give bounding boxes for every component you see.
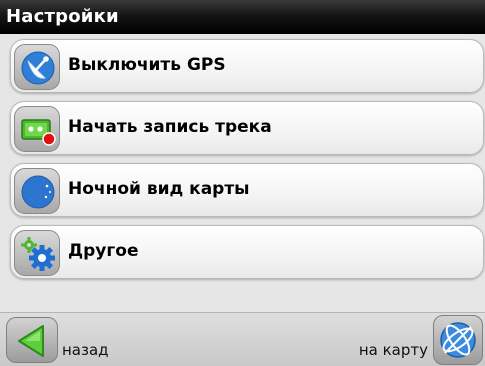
to-map-label[interactable]: на карту xyxy=(359,341,428,359)
globe-icon xyxy=(440,322,476,358)
back-label[interactable]: назад xyxy=(62,341,109,359)
menu-item-other[interactable]: Другое xyxy=(10,225,484,279)
gears-icon xyxy=(14,230,60,276)
menu-item-start-track-recording[interactable]: Начать запись трека xyxy=(10,101,484,155)
back-button[interactable] xyxy=(6,317,58,363)
menu-item-disable-gps[interactable]: Выключить GPS xyxy=(10,39,484,93)
menu-item-label: Ночной вид карты xyxy=(68,179,250,199)
moon-icon xyxy=(14,168,60,214)
satellite-dish-icon xyxy=(14,44,60,90)
page-title: Настройки xyxy=(6,6,119,27)
settings-menu: Выключить GPS Начать запись трека Ночной xyxy=(0,34,485,312)
record-track-icon xyxy=(14,106,60,152)
bottom-toolbar: назад на карту xyxy=(0,312,485,366)
menu-item-label: Начать запись трека xyxy=(68,117,272,137)
menu-item-label: Другое xyxy=(68,241,139,261)
menu-item-night-map-view[interactable]: Ночной вид карты xyxy=(10,163,484,217)
title-bar: Настройки xyxy=(0,0,485,35)
to-map-button[interactable] xyxy=(433,315,483,365)
back-arrow-icon xyxy=(18,325,44,357)
menu-item-label: Выключить GPS xyxy=(68,55,226,75)
